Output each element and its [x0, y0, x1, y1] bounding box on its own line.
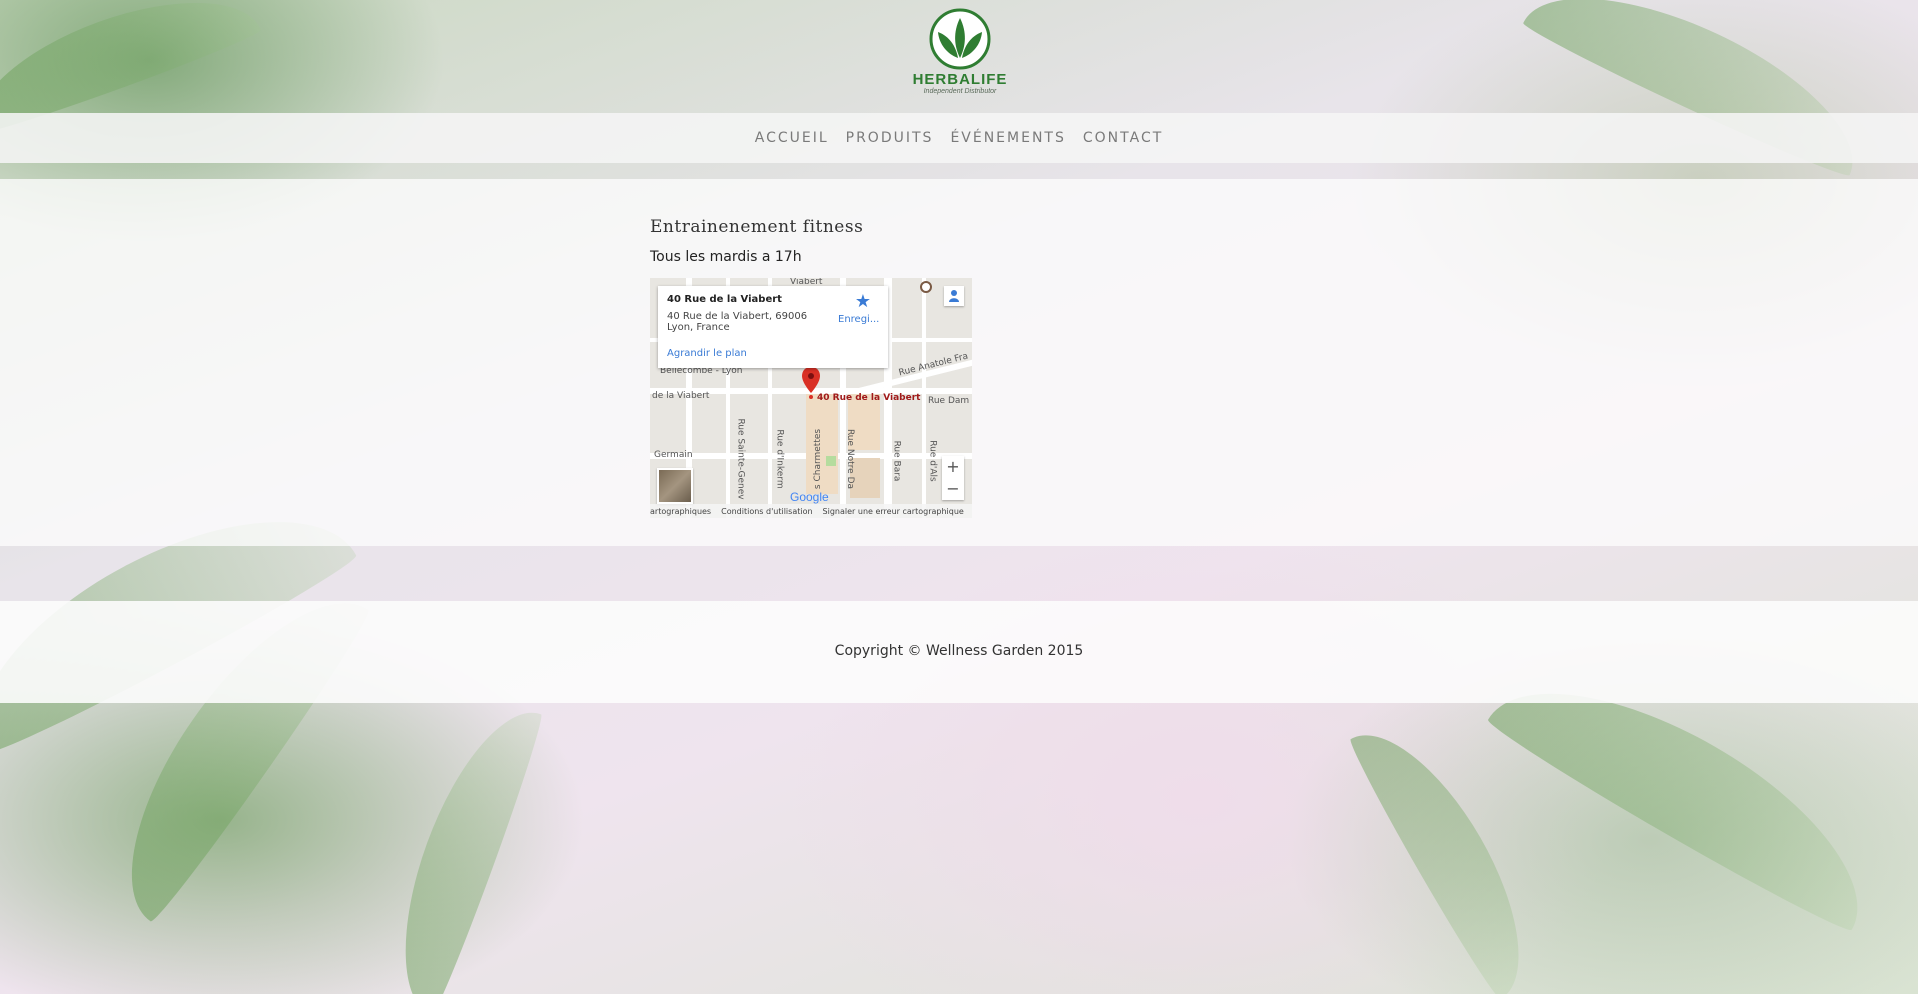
map-data-credit: artographiques	[650, 506, 712, 516]
nav-item-produits[interactable]: PRODUITS	[846, 130, 934, 146]
zoom-out-button[interactable]: −	[942, 478, 964, 500]
brand-tagline: Independent Distributor	[923, 88, 997, 95]
event-section: Entrainenement fitness Tous les mardis a…	[0, 179, 1918, 546]
copyright-text: Copyright © Wellness Garden 2015	[834, 643, 1084, 659]
pin-label: 40 Rue de la Viabert	[817, 393, 921, 403]
nav-item-accueil[interactable]: ACCUEIL	[755, 130, 829, 146]
zoom-in-button[interactable]: +	[942, 456, 964, 478]
star-icon[interactable]: ★	[853, 292, 873, 312]
event-schedule: Tous les mardis a 17h	[650, 249, 802, 265]
street-label: Rue Dam	[928, 396, 970, 406]
street-label: s Charmettes	[813, 428, 824, 490]
brand-name: HERBALIFE	[912, 71, 1008, 88]
place-name: 40 Rue de la Viabert	[667, 294, 782, 305]
street-label: Rue d'Inkerm	[774, 429, 785, 489]
enlarge-map-link[interactable]: Agrandir le plan	[667, 348, 747, 359]
address-line-1: 40 Rue de la Viabert, 69006	[667, 311, 808, 322]
herbalife-leaf-icon	[929, 8, 991, 70]
map-terms-link[interactable]: Conditions d'utilisation	[721, 507, 812, 516]
street-label: Rue Notre Da	[845, 428, 856, 490]
save-place-link[interactable]: Enregi...	[838, 314, 879, 325]
satellite-view-toggle[interactable]	[657, 468, 693, 504]
site-header: HERBALIFE Independent Distributor	[0, 0, 1918, 113]
site-footer: Copyright © Wellness Garden 2015	[0, 601, 1918, 703]
google-logo: Google	[790, 490, 829, 504]
street-label: Germain	[654, 450, 693, 460]
google-logo-text: Google	[790, 490, 829, 504]
street-view-pegman-icon[interactable]	[944, 286, 964, 306]
nav-item-contact[interactable]: CONTACT	[1083, 130, 1163, 146]
event-title: Entrainenement fitness	[650, 217, 864, 237]
address-line-2: Lyon, France	[667, 322, 730, 333]
google-map-embed[interactable]: de la Viabert Bellecombe - Lyon Rue Anat…	[650, 278, 972, 518]
place-address: 40 Rue de la Viabert, 69006 Lyon, France	[667, 311, 817, 333]
map-footer: artographiques Conditions d'utilisation …	[650, 504, 972, 518]
main-navigation: ACCUEIL PRODUITS ÉVÉNEMENTS CONTACT	[0, 113, 1918, 163]
street-label: Rue Bara	[891, 440, 902, 482]
street-label: de la Viabert	[652, 391, 710, 401]
zoom-controls: + −	[942, 456, 964, 500]
nav-item-evenements[interactable]: ÉVÉNEMENTS	[950, 130, 1065, 146]
map-report-link[interactable]: Signaler une erreur cartographique	[823, 507, 964, 516]
street-label: Rue d'Als	[927, 440, 938, 482]
street-label: Rue Sainte-Genev	[735, 418, 746, 500]
place-info-card: 40 Rue de la Viabert 40 Rue de la Viaber…	[658, 286, 888, 368]
herbalife-logo[interactable]: HERBALIFE Independent Distributor	[908, 8, 1012, 104]
